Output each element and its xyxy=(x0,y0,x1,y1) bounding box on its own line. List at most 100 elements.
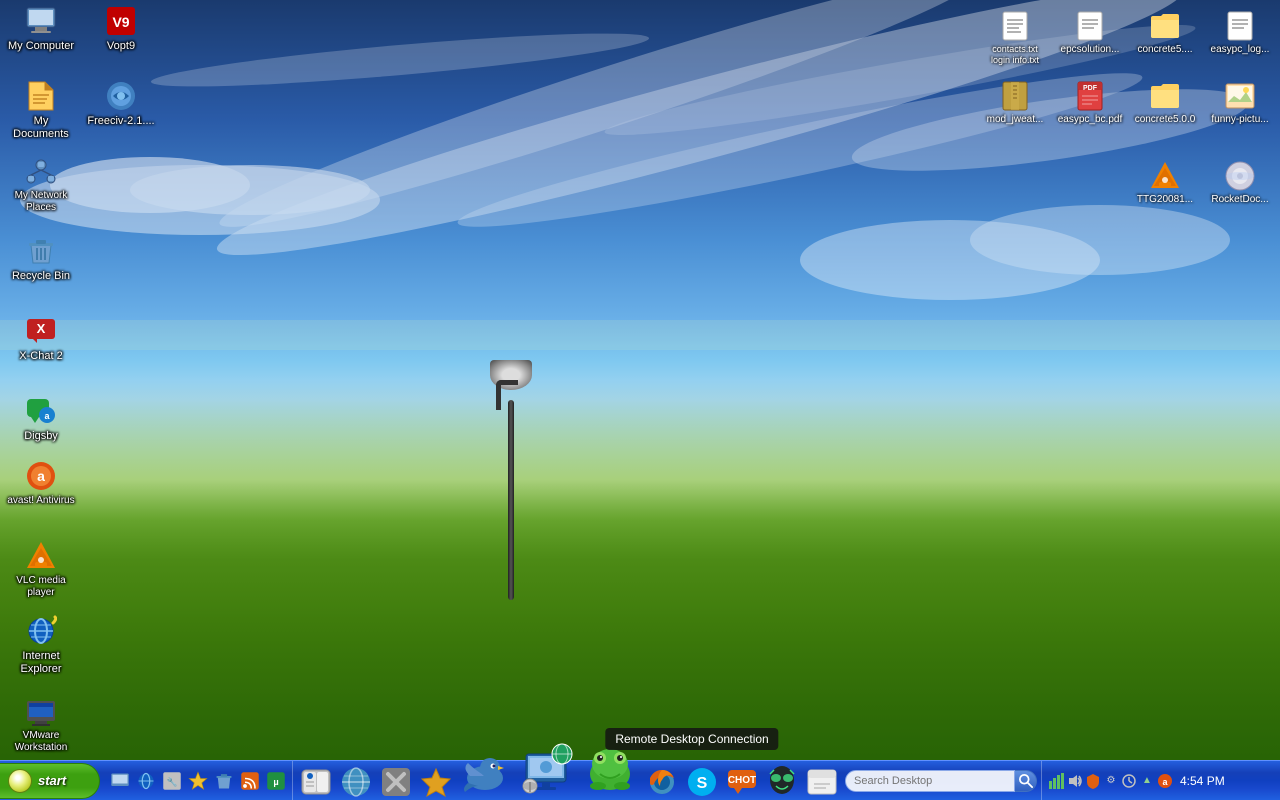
vlc-label: VLC media player xyxy=(5,574,77,600)
rocketdoc-icon xyxy=(1224,160,1256,192)
icon-vmware[interactable]: VMware Workstation xyxy=(5,695,77,755)
tray-security-icon[interactable] xyxy=(1085,773,1101,789)
dock-icon-files[interactable] xyxy=(803,764,841,800)
mod-jweat-icon xyxy=(999,80,1031,112)
tray-network-icon[interactable] xyxy=(1049,773,1065,789)
dock-icon-globe[interactable] xyxy=(337,764,375,800)
ie-icon xyxy=(25,615,57,647)
icon-mod-jweat[interactable]: mod_jweat... xyxy=(980,80,1050,126)
tray-icon6[interactable]: ▲ xyxy=(1139,773,1155,789)
top-right-icons-row2: mod_jweat... PDF easypc_bc.pdf xyxy=(975,75,1280,131)
vmware-icon xyxy=(25,695,57,727)
icon-my-documents[interactable]: My Documents xyxy=(5,80,77,142)
icon-contacts-txt[interactable]: contacts.txtlogin info.txt xyxy=(980,10,1050,66)
svg-text:CHOT: CHOT xyxy=(728,775,756,786)
icon-funny-pict[interactable]: funny-pictu... xyxy=(1205,80,1275,126)
tray-volume-icon[interactable] xyxy=(1067,773,1083,789)
dock-icon-growl[interactable] xyxy=(579,740,641,800)
dock-icon-alien[interactable] xyxy=(763,764,801,800)
dock-icon-star[interactable] xyxy=(417,764,455,800)
svg-text:μ: μ xyxy=(273,776,278,786)
my-computer-label: My Computer xyxy=(6,39,76,54)
rocketdoc-label: RocketDoc... xyxy=(1211,194,1268,206)
ttg2008-icon xyxy=(1149,160,1181,192)
icon-avast[interactable]: a avast! Antivirus xyxy=(5,460,77,508)
cloud-layer xyxy=(0,0,1280,480)
ql-show-desktop[interactable] xyxy=(108,769,132,793)
ql-ie[interactable] xyxy=(134,769,158,793)
icon-vopt9[interactable]: V9 Vopt9 xyxy=(85,5,157,54)
search-button[interactable] xyxy=(1015,770,1037,792)
concrete5-folder-icon xyxy=(1149,10,1181,42)
dock-icon-chat[interactable]: CHOT xyxy=(723,764,761,800)
my-documents-icon xyxy=(25,80,57,112)
dock-rdc-img xyxy=(518,742,574,798)
street-lamp xyxy=(490,380,530,600)
concrete500-icon xyxy=(1149,80,1181,112)
xchat-label: X-Chat 2 xyxy=(17,349,64,364)
easypc-log-icon xyxy=(1224,10,1256,42)
icon-my-computer[interactable]: My Computer xyxy=(5,5,77,54)
icon-digsby[interactable]: a Digsby xyxy=(5,395,77,444)
funny-pict-icon xyxy=(1224,80,1256,112)
my-documents-label: My Documents xyxy=(5,114,77,142)
icon-vlc[interactable]: VLC media player xyxy=(5,540,77,600)
ie-label: Internet Explorer xyxy=(5,649,77,677)
icon-concrete500[interactable]: concrete5.0.0 xyxy=(1130,80,1200,126)
icon-epcsolution[interactable]: epcsolution... xyxy=(1055,10,1125,66)
start-label: start xyxy=(38,773,66,788)
icon-network-places[interactable]: My Network Places xyxy=(5,155,77,215)
avast-icon: a xyxy=(25,460,57,492)
search-input[interactable] xyxy=(845,770,1015,792)
icon-xchat[interactable]: X X-Chat 2 xyxy=(5,315,77,364)
dock-alien-img xyxy=(766,766,798,798)
vlc-icon xyxy=(25,540,57,572)
network-places-label: My Network Places xyxy=(5,189,77,215)
contacts-txt-icon xyxy=(999,10,1031,42)
icon-rocketdoc[interactable]: RocketDoc... xyxy=(1205,160,1275,206)
ql-utorrent[interactable]: μ xyxy=(264,769,288,793)
icon-ttg2008[interactable]: TTG20081... xyxy=(1130,160,1200,206)
epcsolution-icon xyxy=(1074,10,1106,42)
icon-concrete5-folder[interactable]: concrete5.... xyxy=(1130,10,1200,66)
tray-icon5[interactable] xyxy=(1121,773,1137,789)
dock-icon-rdc[interactable] xyxy=(515,740,577,800)
icon-freeciv[interactable]: Freeciv-2.1.... xyxy=(85,80,157,129)
dock-icon-firefox[interactable] xyxy=(643,764,681,800)
my-computer-icon xyxy=(25,5,57,37)
vopt9-label: Vopt9 xyxy=(105,39,137,54)
svg-text:🔧: 🔧 xyxy=(167,775,178,786)
dock-icon-skype[interactable]: S xyxy=(683,764,721,800)
dock-icon-flock[interactable] xyxy=(457,746,513,800)
digsby-label: Digsby xyxy=(22,429,60,444)
ql-tools[interactable]: 🔧 xyxy=(160,769,184,793)
dock-icon-area: S CHOT xyxy=(293,761,845,800)
easypc-log-label: easypc_log... xyxy=(1211,44,1270,56)
taskbar: start � xyxy=(0,760,1280,800)
dock-star-img xyxy=(420,766,452,798)
dock-flock-img xyxy=(460,748,510,798)
icon-easypc-bc-pdf[interactable]: PDF easypc_bc.pdf xyxy=(1055,80,1125,126)
tray-icon4[interactable]: ⚙ xyxy=(1103,773,1119,789)
icon-internet-explorer[interactable]: Internet Explorer xyxy=(5,615,77,677)
dock-files-img xyxy=(806,766,838,798)
ql-recycle-bin[interactable] xyxy=(212,769,236,793)
svg-text:V9: V9 xyxy=(112,14,129,30)
start-button[interactable]: start xyxy=(0,763,100,799)
icon-recycle-bin[interactable]: Recycle Bin xyxy=(5,235,77,284)
dock-icon-finder[interactable] xyxy=(297,764,335,800)
avast-label: avast! Antivirus xyxy=(5,494,76,508)
easypc-bc-pdf-label: easypc_bc.pdf xyxy=(1058,114,1123,126)
ql-favorites[interactable] xyxy=(186,769,210,793)
start-orb xyxy=(8,769,32,793)
dock-chat-img: CHOT xyxy=(726,766,758,798)
icon-easypc-log[interactable]: easypc_log... xyxy=(1205,10,1275,66)
tray-avast-icon[interactable]: a xyxy=(1157,773,1173,789)
recycle-bin-icon xyxy=(25,235,57,267)
easypc-bc-pdf-icon: PDF xyxy=(1074,80,1106,112)
clock[interactable]: 4:54 PM xyxy=(1174,774,1231,788)
system-tray: ⚙ ▲ a 4:54 PM xyxy=(1041,761,1237,800)
freeciv-icon xyxy=(105,80,137,112)
dock-icon-tools[interactable] xyxy=(377,764,415,800)
ql-rss[interactable] xyxy=(238,769,262,793)
